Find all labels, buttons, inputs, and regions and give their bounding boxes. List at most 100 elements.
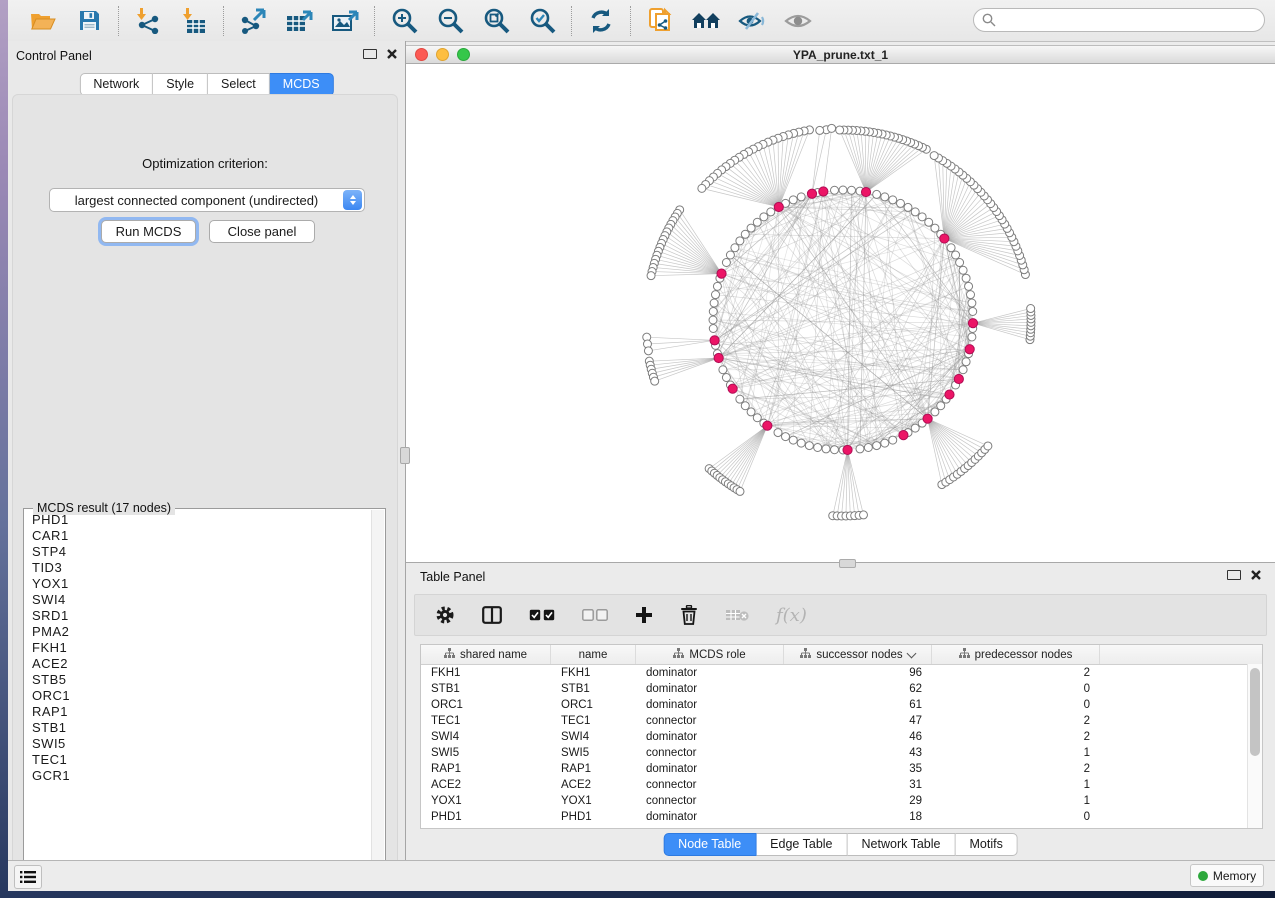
column-header-predecessor-nodes[interactable]: predecessor nodes [932, 645, 1100, 664]
import-network-icon[interactable] [132, 6, 164, 36]
cell-MCDS-role[interactable]: dominator [636, 763, 784, 775]
cell-successor-nodes[interactable]: 29 [784, 795, 932, 807]
cell-shared-name[interactable]: RAP1 [421, 763, 551, 775]
float-table-panel-icon[interactable] [1227, 570, 1241, 580]
delete-column-icon[interactable] [680, 602, 698, 628]
table-row[interactable]: ORC1ORC1dominator610 [421, 697, 1262, 713]
mcds-result-item[interactable]: YOX1 [32, 576, 371, 592]
cell-successor-nodes[interactable]: 61 [784, 699, 932, 711]
mcds-result-item[interactable]: CAR1 [32, 528, 371, 544]
cell-predecessor-nodes[interactable]: 2 [932, 731, 1100, 743]
cell-name[interactable]: ORC1 [551, 699, 636, 711]
cell-shared-name[interactable]: SWI4 [421, 731, 551, 743]
function-builder-icon[interactable]: f(x) [776, 602, 807, 628]
network-canvas[interactable] [406, 64, 1275, 562]
tab-network-table[interactable]: Network Table [848, 833, 956, 856]
mcds-result-item[interactable]: RAP1 [32, 704, 371, 720]
column-header-MCDS-role[interactable]: MCDS role [636, 645, 784, 664]
cell-predecessor-nodes[interactable]: 2 [932, 763, 1100, 775]
search-input[interactable] [1001, 12, 1256, 28]
memory-button[interactable]: Memory [1190, 864, 1264, 887]
close-table-panel-icon[interactable] [1251, 570, 1261, 580]
mcds-list-scrollbar[interactable] [371, 510, 384, 881]
cell-successor-nodes[interactable]: 18 [784, 811, 932, 823]
table-row[interactable]: SWI5SWI5connector431 [421, 745, 1262, 761]
cell-MCDS-role[interactable]: connector [636, 715, 784, 727]
run-mcds-button[interactable]: Run MCDS [101, 220, 196, 243]
close-panel-icon[interactable] [387, 49, 397, 59]
zoom-fit-icon[interactable] [480, 6, 512, 36]
clone-network-icon[interactable] [644, 6, 676, 36]
deselect-all-icon[interactable] [582, 602, 608, 628]
zoom-out-icon[interactable] [434, 6, 466, 36]
table-vscrollbar-thumb[interactable] [1250, 668, 1260, 756]
mcds-result-item[interactable]: STB1 [32, 720, 371, 736]
mcds-result-item[interactable]: STP4 [32, 544, 371, 560]
table-row[interactable]: FKH1FKH1dominator962 [421, 665, 1262, 681]
tab-mcds[interactable]: MCDS [270, 73, 334, 96]
mcds-result-item[interactable]: TID3 [32, 560, 371, 576]
cell-MCDS-role[interactable]: dominator [636, 683, 784, 695]
mcds-result-item[interactable]: STB5 [32, 672, 371, 688]
cell-name[interactable]: FKH1 [551, 667, 636, 679]
cell-predecessor-nodes[interactable]: 0 [932, 811, 1100, 823]
cell-name[interactable]: TEC1 [551, 715, 636, 727]
table-vscrollbar[interactable] [1247, 664, 1262, 828]
cell-MCDS-role[interactable]: dominator [636, 811, 784, 823]
export-network-icon[interactable] [237, 6, 269, 36]
select-all-icon[interactable] [529, 602, 555, 628]
save-session-icon[interactable] [73, 6, 105, 36]
cell-MCDS-role[interactable]: dominator [636, 667, 784, 679]
mcds-result-item[interactable]: SRD1 [32, 608, 371, 624]
export-image-icon[interactable] [329, 6, 361, 36]
cell-predecessor-nodes[interactable]: 0 [932, 699, 1100, 711]
float-panel-icon[interactable] [363, 49, 377, 59]
cell-shared-name[interactable]: STB1 [421, 683, 551, 695]
cell-name[interactable]: STB1 [551, 683, 636, 695]
hide-selected-icon[interactable] [736, 6, 768, 36]
cell-name[interactable]: PHD1 [551, 811, 636, 823]
first-neighbors-icon[interactable] [690, 6, 722, 36]
mcds-result-item[interactable]: GCR1 [32, 768, 371, 784]
column-header-name[interactable]: name [551, 645, 636, 664]
cell-shared-name[interactable]: TEC1 [421, 715, 551, 727]
network-graph[interactable] [406, 64, 1275, 562]
cell-shared-name[interactable]: YOX1 [421, 795, 551, 807]
settings-icon[interactable] [435, 602, 455, 628]
mcds-result-item[interactable]: PHD1 [32, 512, 371, 528]
mcds-result-item[interactable]: TEC1 [32, 752, 371, 768]
cell-MCDS-role[interactable]: connector [636, 747, 784, 759]
cell-MCDS-role[interactable]: dominator [636, 699, 784, 711]
cell-predecessor-nodes[interactable]: 2 [932, 715, 1100, 727]
table-row[interactable]: RAP1RAP1dominator352 [421, 761, 1262, 777]
horizontal-splitter-handle[interactable] [839, 559, 856, 568]
zoom-in-icon[interactable] [388, 6, 420, 36]
column-header-shared-name[interactable]: shared name [421, 645, 551, 664]
tab-node-table[interactable]: Node Table [663, 833, 756, 856]
cell-successor-nodes[interactable]: 43 [784, 747, 932, 759]
zoom-selected-icon[interactable] [526, 6, 558, 36]
cell-shared-name[interactable]: FKH1 [421, 667, 551, 679]
export-table-icon[interactable] [283, 6, 315, 36]
cell-MCDS-role[interactable]: connector [636, 779, 784, 791]
close-panel-button[interactable]: Close panel [209, 220, 315, 243]
tab-style[interactable]: Style [153, 73, 208, 96]
cell-predecessor-nodes[interactable]: 1 [932, 795, 1100, 807]
cell-successor-nodes[interactable]: 62 [784, 683, 932, 695]
cell-shared-name[interactable]: ORC1 [421, 699, 551, 711]
cell-name[interactable]: RAP1 [551, 763, 636, 775]
tab-motifs[interactable]: Motifs [955, 833, 1017, 856]
cell-successor-nodes[interactable]: 46 [784, 731, 932, 743]
refresh-icon[interactable] [585, 6, 617, 36]
vertical-splitter-handle[interactable] [400, 447, 410, 464]
table-row[interactable]: YOX1YOX1connector291 [421, 793, 1262, 809]
open-file-icon[interactable] [27, 6, 59, 36]
cell-predecessor-nodes[interactable]: 0 [932, 683, 1100, 695]
mcds-result-item[interactable]: SWI4 [32, 592, 371, 608]
cell-predecessor-nodes[interactable]: 2 [932, 667, 1100, 679]
cell-name[interactable]: SWI5 [551, 747, 636, 759]
cell-successor-nodes[interactable]: 35 [784, 763, 932, 775]
cell-shared-name[interactable]: ACE2 [421, 779, 551, 791]
status-menu-button[interactable] [14, 865, 42, 889]
cell-predecessor-nodes[interactable]: 1 [932, 747, 1100, 759]
